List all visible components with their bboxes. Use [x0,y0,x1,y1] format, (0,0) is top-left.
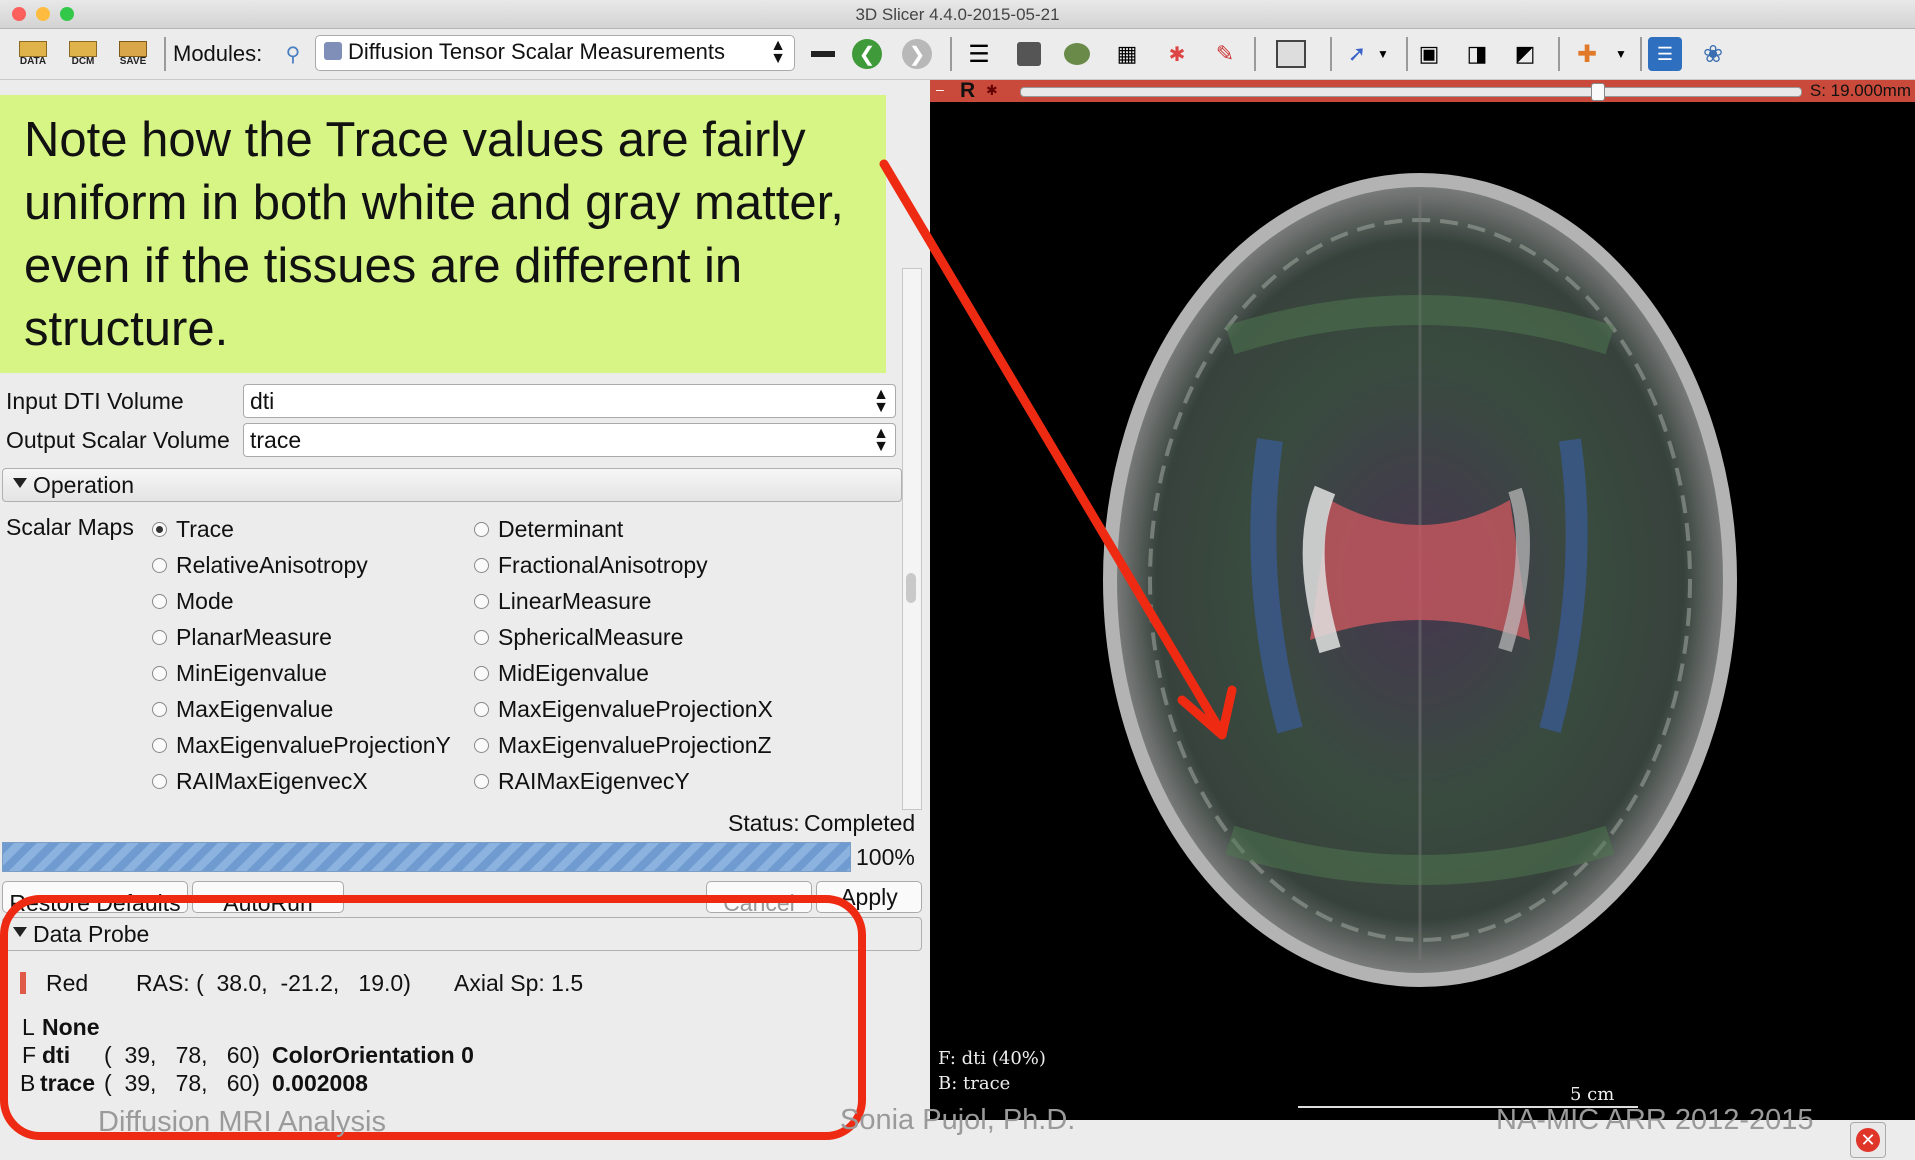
close-icon: ✕ [1856,1128,1880,1152]
annotation-arrow [879,159,1237,740]
footer-center: Sonia Pujol, Ph.D. [840,1104,1076,1136]
footer-left: Diffusion MRI Analysis [98,1106,386,1138]
close-button[interactable]: ✕ [1850,1122,1886,1158]
footer-right: NA-MIC ARR 2012-2015 [1496,1104,1814,1136]
